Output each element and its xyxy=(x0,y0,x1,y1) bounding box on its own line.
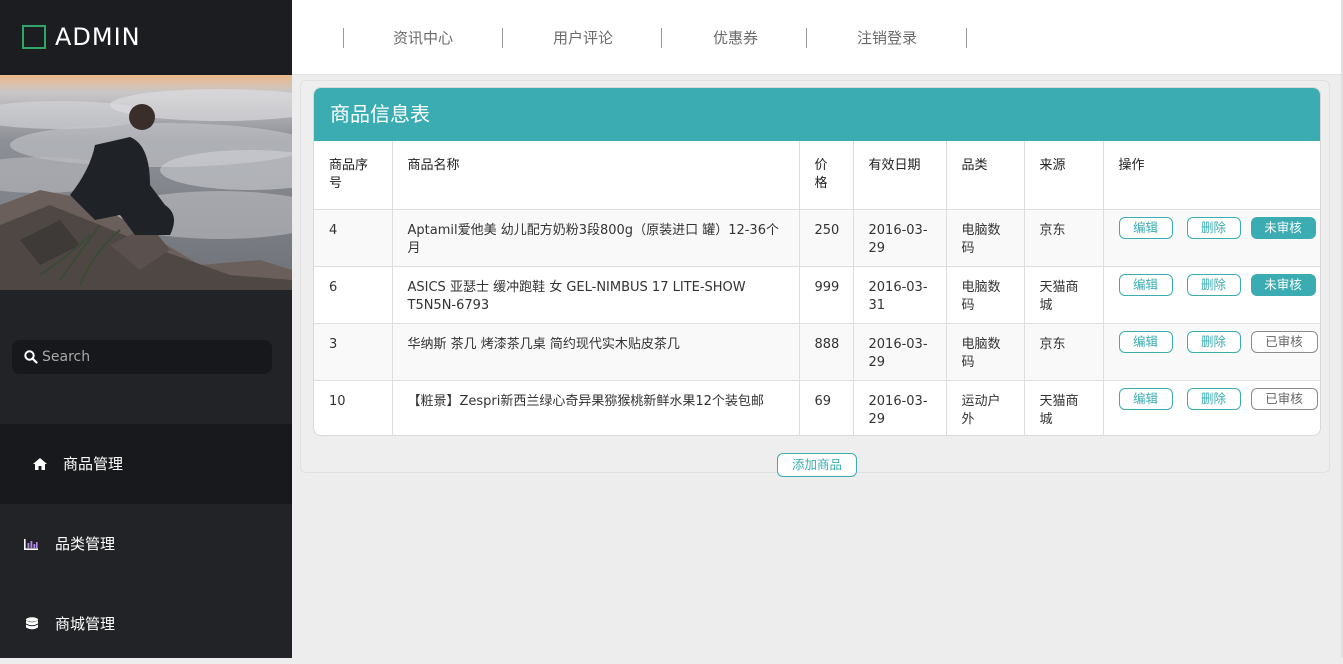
product-table-panel: 商品信息表 商品序号 商品名称 价格 有效日期 品类 来源 操作 4 Aptam… xyxy=(313,87,1321,436)
delete-button[interactable]: 删除 xyxy=(1186,387,1241,410)
column-header-actions: 操作 xyxy=(1103,141,1320,210)
cell-date: 2016-03-29 xyxy=(853,323,947,381)
cell-source: 京东 xyxy=(1024,209,1104,267)
panel-title: 商品信息表 xyxy=(314,88,1320,141)
search-icon xyxy=(24,350,38,364)
edit-button[interactable]: 编辑 xyxy=(1118,330,1173,353)
edit-button[interactable]: 编辑 xyxy=(1118,216,1173,239)
cell-actions: 编辑 删除 已审核 xyxy=(1103,323,1320,381)
cell-source: 天猫商城 xyxy=(1024,380,1104,435)
sidebar-item-label: 商品管理 xyxy=(63,455,124,473)
table-row: 3 华纳斯 茶几 烤漆茶几桌 简约现代实木贴皮茶几 888 2016-03-29… xyxy=(314,323,1320,381)
status-unreviewed-button[interactable]: 未审核 xyxy=(1250,273,1316,296)
cell-price: 250 xyxy=(799,209,854,267)
cell-source: 天猫商城 xyxy=(1024,266,1104,324)
table-row: 4 Aptamil爱他美 幼儿配方奶粉3段800g（原装进口 罐）12-36个月… xyxy=(314,209,1320,267)
nav-link-user-reviews[interactable]: 用户评论 xyxy=(553,28,613,48)
cell-price: 999 xyxy=(799,266,854,324)
cell-name: 【粧景】Zespri新西兰绿心奇异果猕猴桃新鲜水果12个装包邮 xyxy=(392,380,800,435)
add-product-button[interactable]: 添加商品 xyxy=(777,453,857,477)
cell-category: 电脑数码 xyxy=(946,323,1025,381)
sidebar-item-product-management[interactable]: 商品管理 xyxy=(0,424,292,504)
cell-date: 2016-03-31 xyxy=(853,266,947,324)
edit-button[interactable]: 编辑 xyxy=(1118,273,1173,296)
sidebar-item-label: 品类管理 xyxy=(55,535,116,553)
database-icon xyxy=(26,617,38,630)
cell-source: 京东 xyxy=(1024,323,1104,381)
home-icon xyxy=(33,458,47,470)
sidebar-item-mall-management[interactable]: 商城管理 xyxy=(0,584,292,664)
cell-id: 10 xyxy=(314,380,393,435)
cell-id: 6 xyxy=(314,266,393,324)
status-reviewed-button[interactable]: 已审核 xyxy=(1250,387,1318,410)
nav-link-logout[interactable]: 注销登录 xyxy=(857,28,917,48)
delete-button[interactable]: 删除 xyxy=(1186,216,1241,239)
sidebar-item-label: 商城管理 xyxy=(55,615,116,633)
cell-name: ASICS 亚瑟士 缓冲跑鞋 女 GEL-NIMBUS 17 LITE-SHOW… xyxy=(392,266,800,324)
nav-divider xyxy=(661,28,662,48)
cell-price: 69 xyxy=(799,380,854,435)
brand-header: ADMIN xyxy=(0,0,292,75)
cell-category: 电脑数码 xyxy=(946,209,1025,267)
brand-title: ADMIN xyxy=(55,23,141,51)
cell-id: 3 xyxy=(314,323,393,381)
nav-divider xyxy=(502,28,503,48)
edit-button[interactable]: 编辑 xyxy=(1118,387,1173,410)
cell-date: 2016-03-29 xyxy=(853,209,947,267)
column-header-category: 品类 xyxy=(946,141,1025,210)
cell-date: 2016-03-29 xyxy=(853,380,947,435)
cell-actions: 编辑 删除 未审核 xyxy=(1103,266,1320,324)
cell-id: 4 xyxy=(314,209,393,267)
bar-chart-icon xyxy=(24,539,38,550)
cell-price: 888 xyxy=(799,323,854,381)
nav-divider xyxy=(966,28,967,48)
nav-divider xyxy=(343,28,344,48)
cell-actions: 编辑 删除 未审核 xyxy=(1103,209,1320,267)
delete-button[interactable]: 删除 xyxy=(1186,330,1241,353)
brand-logo-icon xyxy=(22,25,46,49)
profile-banner-image xyxy=(0,75,292,290)
status-unreviewed-button[interactable]: 未审核 xyxy=(1250,216,1316,239)
search-box xyxy=(12,340,272,374)
cell-name: 华纳斯 茶几 烤漆茶几桌 简约现代实木贴皮茶几 xyxy=(392,323,800,381)
nav-divider xyxy=(806,28,807,48)
cell-category: 运动户外 xyxy=(946,380,1025,435)
column-header-source: 来源 xyxy=(1024,141,1104,210)
sidebar: ADMIN Search 商品管理 品类管理 商城管理 xyxy=(0,0,292,658)
nav-link-coupons[interactable]: 优惠券 xyxy=(713,28,758,48)
column-header-price: 价格 xyxy=(799,141,854,210)
cell-name: Aptamil爱他美 幼儿配方奶粉3段800g（原装进口 罐）12-36个月 xyxy=(392,209,800,267)
delete-button[interactable]: 删除 xyxy=(1186,273,1241,296)
product-table: 商品序号 商品名称 价格 有效日期 品类 来源 操作 4 Aptamil爱他美 … xyxy=(314,141,1320,435)
column-header-date: 有效日期 xyxy=(853,141,947,210)
nav-link-news-center[interactable]: 资讯中心 xyxy=(393,28,453,48)
status-reviewed-button[interactable]: 已审核 xyxy=(1250,330,1318,353)
column-header-name: 商品名称 xyxy=(392,141,800,210)
search-input[interactable] xyxy=(42,340,262,374)
table-row: 6 ASICS 亚瑟士 缓冲跑鞋 女 GEL-NIMBUS 17 LITE-SH… xyxy=(314,266,1320,324)
column-header-id: 商品序号 xyxy=(314,141,393,210)
sidebar-item-category-management[interactable]: 品类管理 xyxy=(0,504,292,584)
table-header-row: 商品序号 商品名称 价格 有效日期 品类 来源 操作 xyxy=(314,141,1320,210)
table-row: 10 【粧景】Zespri新西兰绿心奇异果猕猴桃新鲜水果12个装包邮 69 20… xyxy=(314,380,1320,435)
cell-category: 电脑数码 xyxy=(946,266,1025,324)
cell-actions: 编辑 删除 已审核 xyxy=(1103,380,1320,435)
top-navigation-bar: 资讯中心 用户评论 优惠券 注销登录 xyxy=(292,0,1343,75)
